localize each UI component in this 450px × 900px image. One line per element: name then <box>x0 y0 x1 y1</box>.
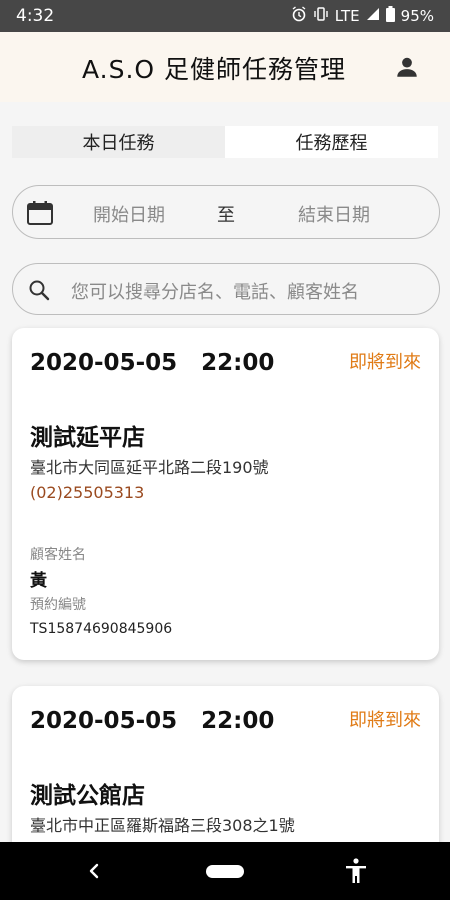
store-address: 臺北市大同區延平北路二段190號 <box>30 458 269 477</box>
task-card[interactable]: 2020-05-05 22:00 即將到來 測試延平店 臺北市大同區延平北路二段… <box>12 328 439 660</box>
accessibility-icon[interactable] <box>344 858 368 884</box>
back-icon[interactable] <box>84 860 104 882</box>
tab-bar: 本日任務 任務歷程 <box>12 126 438 158</box>
search-input[interactable]: 您可以搜尋分店名、電話、顧客姓名 <box>12 263 440 315</box>
status-time: 4:32 <box>16 6 55 26</box>
app-header: A.S.O 足健師任務管理 <box>0 32 450 102</box>
store-address: 臺北市中正區羅斯福路三段308之1號 <box>30 816 295 835</box>
battery-icon <box>385 6 395 26</box>
status-icons: LTE 95% <box>291 6 434 26</box>
home-button[interactable] <box>206 865 244 878</box>
customer-name: 黃 <box>30 571 47 591</box>
store-name: 測試延平店 <box>30 425 145 451</box>
tab-today-tasks[interactable]: 本日任務 <box>12 126 225 158</box>
task-datetime: 2020-05-05 22:00 <box>30 708 275 734</box>
network-label: LTE <box>334 7 360 25</box>
vibrate-icon <box>313 6 329 26</box>
reservation-number-label: 預約編號 <box>30 597 86 613</box>
start-date-field[interactable]: 開始日期 <box>93 201 165 227</box>
task-status-badge: 即將到來 <box>349 352 421 373</box>
date-separator: 至 <box>217 205 235 226</box>
search-icon <box>29 280 50 301</box>
store-phone-link[interactable]: (02)25505313 <box>30 483 144 502</box>
calendar-icon[interactable] <box>27 201 53 225</box>
person-icon[interactable] <box>394 54 420 80</box>
customer-name-label: 顧客姓名 <box>30 547 86 563</box>
search-placeholder: 您可以搜尋分店名、電話、顧客姓名 <box>71 282 359 303</box>
reservation-number: TS15874690845906 <box>30 621 173 637</box>
task-datetime: 2020-05-05 22:00 <box>30 350 275 376</box>
store-name: 測試公館店 <box>30 783 145 809</box>
page-title: A.S.O 足健師任務管理 <box>82 55 347 84</box>
alarm-icon <box>291 6 307 26</box>
date-range-filter: 開始日期 至 結束日期 <box>12 185 440 239</box>
battery-percent: 95% <box>400 7 434 25</box>
system-nav-bar <box>0 842 450 900</box>
task-status-badge: 即將到來 <box>349 710 421 731</box>
status-bar: 4:32 LTE 95% <box>0 0 450 32</box>
lte-signal-icon <box>366 7 380 25</box>
end-date-field[interactable]: 結束日期 <box>298 201 370 227</box>
tab-task-history[interactable]: 任務歷程 <box>225 126 438 158</box>
